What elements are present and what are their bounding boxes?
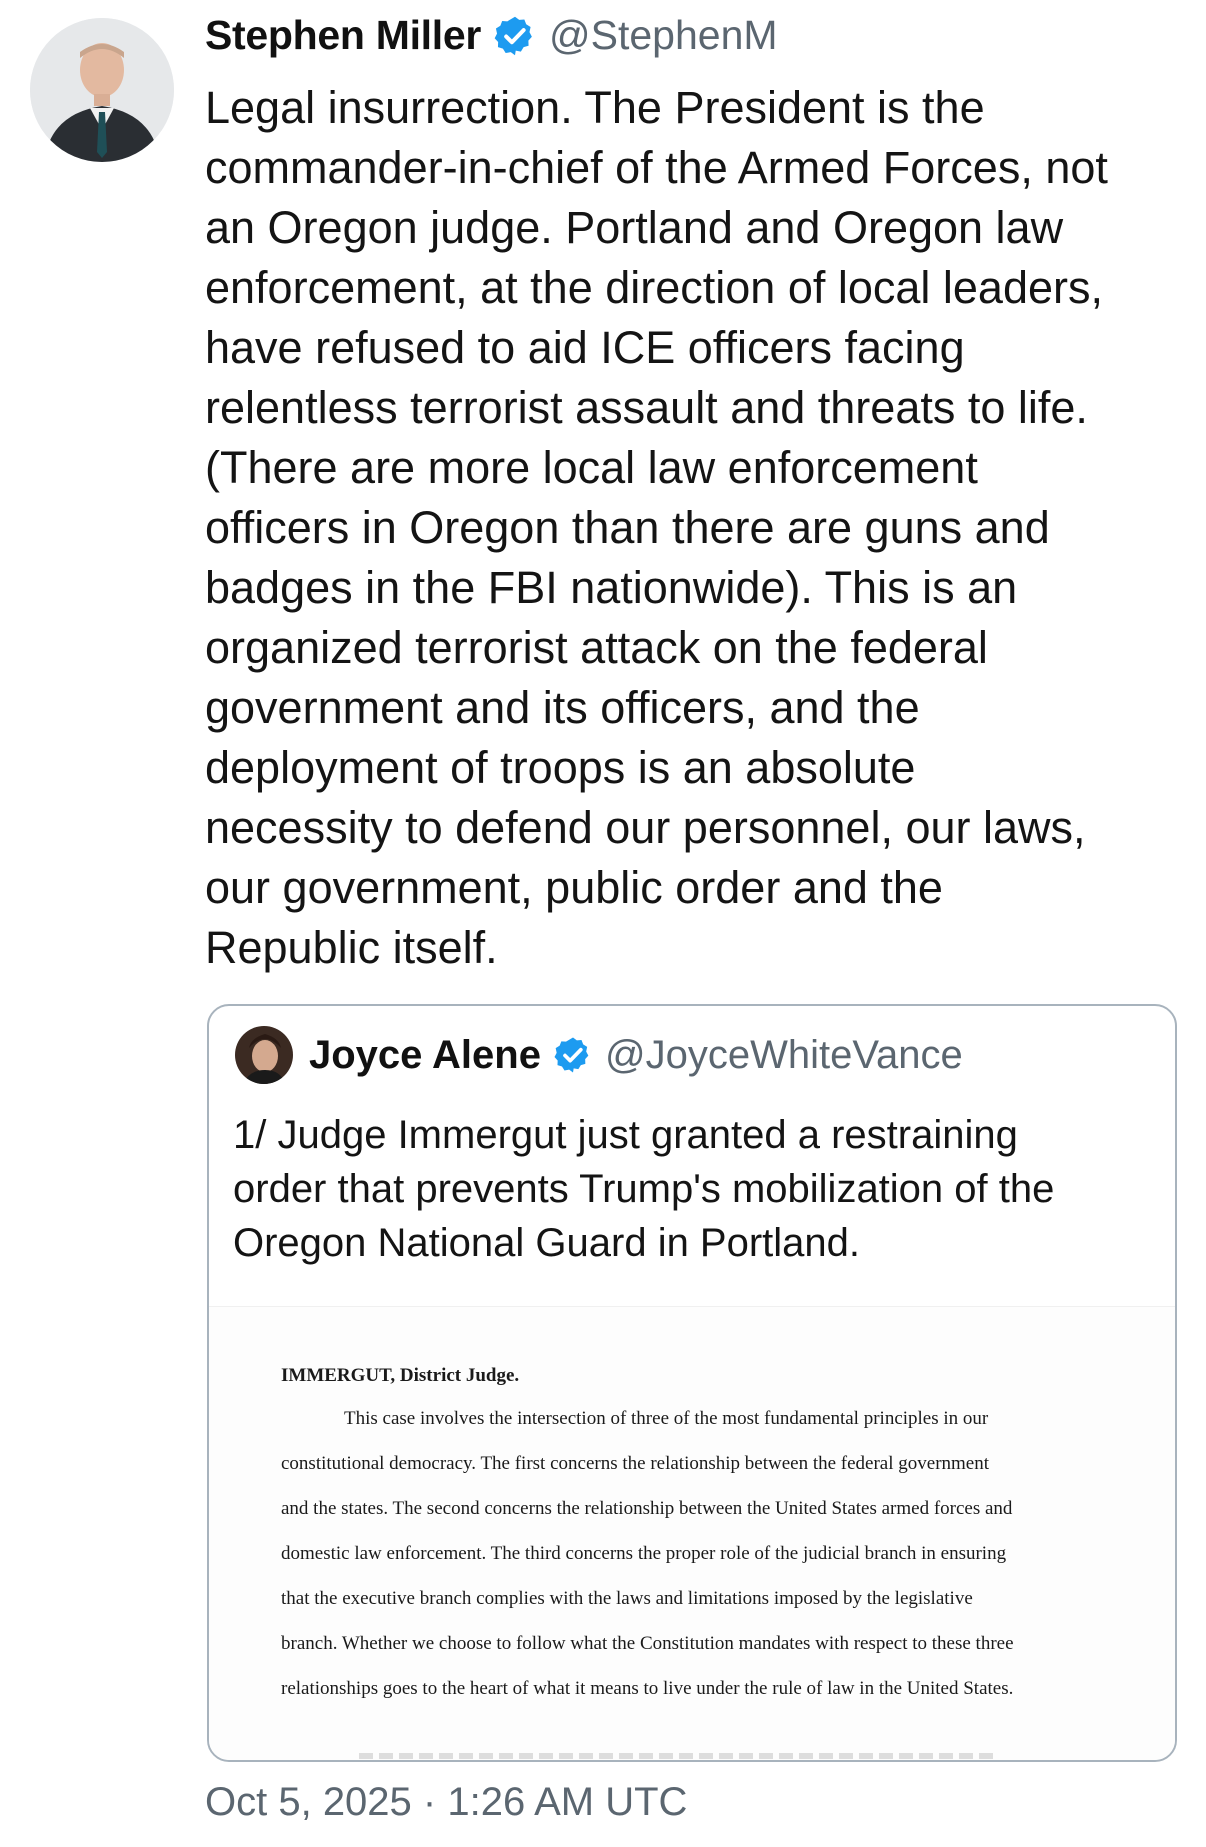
- document-cutoff-line: [359, 1753, 999, 1759]
- author-handle[interactable]: @StephenM: [549, 12, 778, 59]
- verified-badge-icon: [553, 1035, 593, 1075]
- verified-badge-icon: [493, 14, 537, 58]
- author-avatar[interactable]: [30, 18, 174, 162]
- quoted-tweet-text: 1/ Judge Immergut just granted a restrai…: [233, 1113, 1055, 1265]
- document-line: domestic law enforcement. The third conc…: [281, 1543, 1007, 1564]
- court-document-image[interactable]: IMMERGUT, District Judge. This case invo…: [209, 1306, 1175, 1760]
- quoted-tweet-header: Joyce Alene @JoyceWhiteVance: [235, 1026, 963, 1084]
- tweet-header: Stephen Miller @StephenM: [205, 12, 778, 59]
- document-line: constitutional democracy. The first conc…: [281, 1453, 990, 1474]
- author-name[interactable]: Stephen Miller: [205, 12, 481, 59]
- quoted-author-name[interactable]: Joyce Alene: [309, 1033, 541, 1078]
- quoted-author-avatar[interactable]: [235, 1026, 293, 1084]
- document-line: and the states. The second concerns the …: [281, 1498, 1013, 1519]
- document-line: branch. Whether we choose to follow what…: [281, 1633, 1014, 1654]
- document-line: that the executive branch complies with …: [281, 1588, 973, 1609]
- tweet-text: Legal insurrection. The President is the…: [205, 82, 1108, 973]
- quoted-tweet-card[interactable]: Joyce Alene @JoyceWhiteVance 1/ Judge Im…: [207, 1004, 1177, 1762]
- tweet-timestamp[interactable]: Oct 5, 2025 · 1:26 AM UTC: [205, 1780, 687, 1825]
- document-line: relationships goes to the heart of what …: [281, 1678, 1014, 1699]
- document-heading: IMMERGUT, District Judge.: [281, 1365, 520, 1386]
- quoted-author-handle[interactable]: @JoyceWhiteVance: [605, 1033, 963, 1078]
- author-avatar-image: [30, 18, 174, 162]
- document-line: This case involves the intersection of t…: [344, 1408, 989, 1429]
- quoted-author-avatar-image: [235, 1026, 293, 1084]
